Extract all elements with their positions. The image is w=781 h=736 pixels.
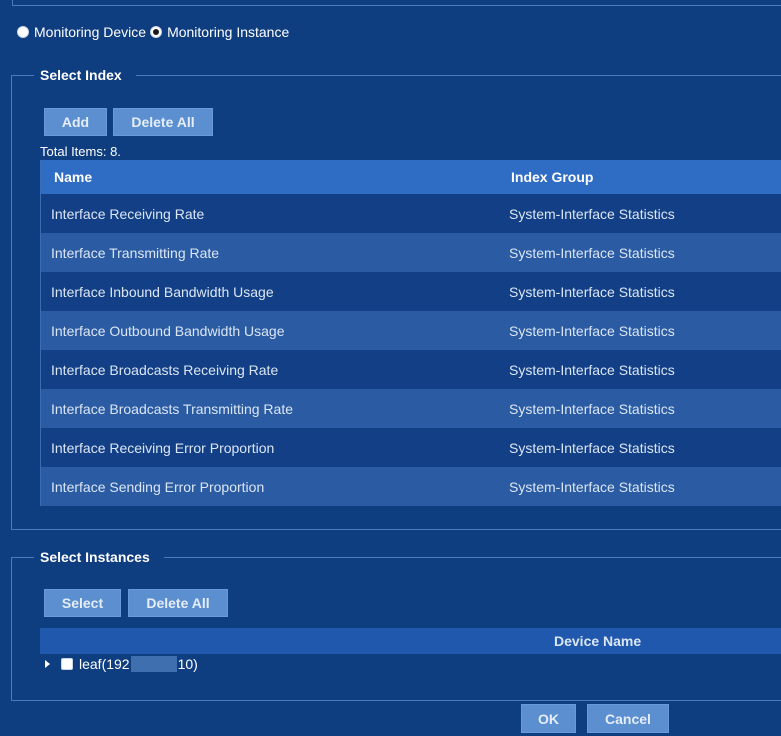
ok-button[interactable]: OK	[521, 704, 576, 733]
table-row[interactable]: Interface Receiving Rate System-Interfac…	[41, 194, 781, 233]
table-row[interactable]: Interface Inbound Bandwidth Usage System…	[41, 272, 781, 311]
cell-name: Interface Inbound Bandwidth Usage	[51, 283, 274, 300]
radio-button[interactable]	[17, 26, 29, 38]
select-instance-button[interactable]: Select	[44, 589, 121, 617]
add-index-button[interactable]: Add	[44, 108, 107, 136]
cell-name: Interface Sending Error Proportion	[51, 478, 265, 495]
redaction-mask	[130, 656, 177, 672]
cell-name: Interface Broadcasts Receiving Rate	[51, 361, 279, 378]
radio-label: Monitoring Instance	[167, 24, 290, 40]
column-name[interactable]: Name	[41, 169, 511, 185]
cell-index-group: System-Interface Statistics	[509, 205, 675, 222]
cell-index-group: System-Interface Statistics	[509, 244, 675, 261]
cell-index-group: System-Interface Statistics	[509, 478, 675, 495]
cancel-button[interactable]: Cancel	[587, 704, 669, 733]
delete-all-instances-button[interactable]: Delete All	[128, 589, 228, 617]
cell-index-group: System-Interface Statistics	[509, 400, 675, 417]
tree-item-label: leaf(192 10)	[79, 656, 198, 672]
cell-index-group: System-Interface Statistics	[509, 439, 675, 456]
column-device-name[interactable]: Device Name	[554, 633, 641, 649]
radio-button-checked[interactable]	[150, 26, 163, 38]
tree-item-suffix: 10)	[177, 656, 198, 672]
cell-name: Interface Broadcasts Transmitting Rate	[51, 400, 293, 417]
cell-name: Interface Outbound Bandwidth Usage	[51, 322, 285, 339]
select-instances-legend: Select Instances	[34, 549, 164, 565]
cell-index-group: System-Interface Statistics	[509, 283, 675, 300]
top-frame	[12, 0, 781, 6]
tree-item-leaf[interactable]: leaf(192 10)	[45, 656, 198, 672]
expand-caret-icon[interactable]	[45, 660, 50, 668]
cell-name: Interface Transmitting Rate	[51, 244, 220, 261]
tree-item-prefix: leaf(192	[79, 656, 130, 672]
cell-name: Interface Receiving Error Proportion	[51, 439, 275, 456]
cell-index-group: System-Interface Statistics	[509, 361, 675, 378]
table-row[interactable]: Interface Receiving Error Proportion Sys…	[41, 428, 781, 467]
table-row[interactable]: Interface Sending Error Proportion Syste…	[41, 467, 781, 506]
column-index-group[interactable]: Index Group	[511, 169, 593, 185]
cell-index-group: System-Interface Statistics	[509, 322, 675, 339]
instances-table-header: Device Name	[40, 628, 781, 654]
table-header: Name Index Group	[41, 160, 781, 194]
mode-radio-group: Monitoring Device Monitoring Instance	[17, 24, 293, 40]
select-index-legend: Select Index	[34, 67, 136, 83]
cell-name: Interface Receiving Rate	[51, 205, 205, 222]
tree-item-checkbox[interactable]	[61, 658, 73, 670]
table-row[interactable]: Interface Transmitting Rate System-Inter…	[41, 233, 781, 272]
total-items: Total Items: 8.	[40, 144, 121, 159]
radio-monitoring-device[interactable]: Monitoring Device	[17, 24, 146, 40]
table-row[interactable]: Interface Broadcasts Receiving Rate Syst…	[41, 350, 781, 389]
table-row[interactable]: Interface Outbound Bandwidth Usage Syste…	[41, 311, 781, 350]
delete-all-index-button[interactable]: Delete All	[113, 108, 213, 136]
index-table: Name Index Group Interface Receiving Rat…	[40, 160, 781, 506]
table-row[interactable]: Interface Broadcasts Transmitting Rate S…	[41, 389, 781, 428]
radio-label: Monitoring Device	[34, 24, 147, 40]
radio-monitoring-instance[interactable]: Monitoring Instance	[150, 24, 289, 40]
